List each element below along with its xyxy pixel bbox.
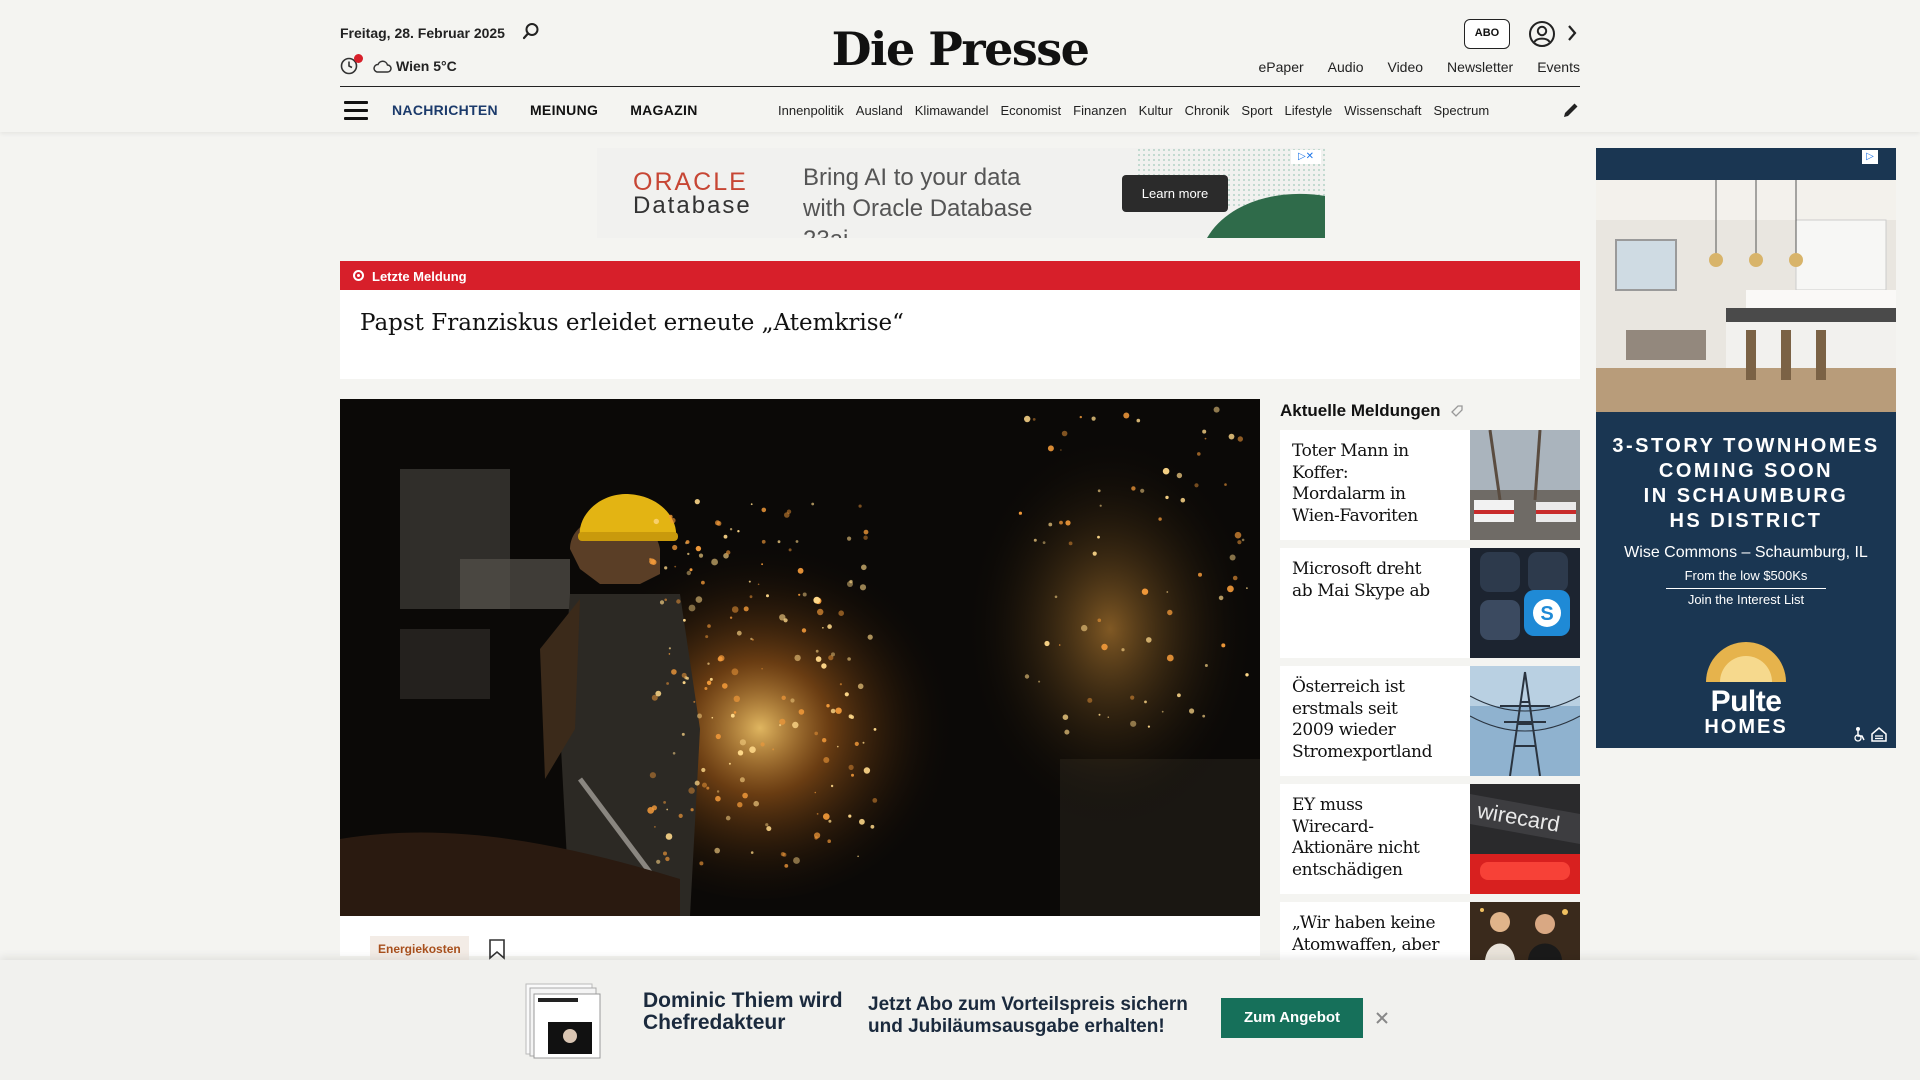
ad-side-divider: [1666, 588, 1826, 589]
pulte-logo-text: Pulte: [1710, 685, 1782, 718]
link-newsletter[interactable]: Newsletter: [1447, 59, 1513, 75]
main-nav: NACHRICHTEN MEINUNG MAGAZIN: [392, 102, 698, 118]
topic-tag[interactable]: Energiekosten: [370, 936, 469, 962]
sub-nav: Innenpolitik Ausland Klimawandel Economi…: [778, 103, 1542, 118]
oracle-ad-text: Bring AI to your data with Oracle Databa…: [803, 164, 1033, 238]
header-inner: Freitag, 28. Februar 2025 Wien 5°C Die P…: [340, 0, 1580, 132]
pulte-ad[interactable]: ▷ 3-STORY TOWNHOMES COMING SOON IN SCHAU…: [1596, 148, 1896, 748]
news-headline: Microsoft dreht ab Mai Skype ab: [1292, 559, 1430, 601]
news-headline: Toter Mann in Koffer: Mordalarm in Wien-…: [1292, 441, 1418, 526]
news-headline: Österreich ist erstmals seit 2009 wieder…: [1292, 677, 1433, 762]
subnav-lifestyle[interactable]: Lifestyle: [1285, 103, 1333, 118]
top-links: ePaper Audio Video Newsletter Events: [1235, 59, 1580, 75]
subnav-sport[interactable]: Sport: [1241, 103, 1272, 118]
svg-text:S: S: [1540, 603, 1553, 625]
nav-meinung[interactable]: MEINUNG: [530, 102, 598, 118]
subnav-finanzen[interactable]: Finanzen: [1073, 103, 1126, 118]
subnav-spectrum[interactable]: Spectrum: [1434, 103, 1490, 118]
news-item[interactable]: „Wir haben keine Atomwaffen, aber: [1280, 902, 1580, 960]
link-video[interactable]: Video: [1387, 59, 1423, 75]
news-headline: „Wir haben keine Atomwaffen, aber: [1292, 913, 1440, 955]
news-item[interactable]: Toter Mann in Koffer: Mordalarm in Wien-…: [1280, 430, 1580, 540]
abo-button[interactable]: ABO: [1464, 19, 1510, 49]
subscription-banner: Dominic Thiem wird Chefredakteur Jetzt A…: [0, 960, 1920, 1080]
news-thumbnail: [1470, 666, 1580, 776]
subnav-fade: [1510, 100, 1544, 122]
news-headline: EY muss Wirecard-Aktionäre nicht entschä…: [1292, 795, 1420, 880]
menu-icon[interactable]: [344, 101, 368, 120]
oracle-ad-banner[interactable]: ORACLE Database Bring AI to your data wi…: [597, 148, 1325, 238]
news-thumbnail: S: [1470, 548, 1580, 658]
banner-offer-text: Jetzt Abo zum Vorteilspreis sichern und …: [868, 994, 1188, 1037]
pulte-logo-sub: HOMES: [1704, 716, 1788, 738]
subnav-chronik[interactable]: Chronik: [1185, 103, 1230, 118]
adchoices-side-icon[interactable]: ▷: [1862, 150, 1878, 164]
breaking-label: Letzte Meldung: [372, 269, 467, 284]
site-header: Freitag, 28. Februar 2025 Wien 5°C Die P…: [0, 0, 1920, 132]
close-icon[interactable]: [1374, 1010, 1390, 1026]
breaking-headline[interactable]: Papst Franziskus erleidet erneute „Atemk…: [360, 310, 904, 336]
breaking-news-bar: Letzte Meldung: [340, 261, 1580, 290]
pencil-icon[interactable]: [1562, 101, 1580, 119]
news-thumbnail: wirecard: [1470, 784, 1580, 894]
news-item[interactable]: EY muss Wirecard-Aktionäre nicht entschä…: [1280, 784, 1580, 894]
news-thumbnail: [1470, 902, 1580, 960]
oracle-brand-sub: Database: [633, 192, 752, 219]
live-dot-icon: [353, 270, 364, 281]
subnav-wissenschaft[interactable]: Wissenschaft: [1344, 103, 1421, 118]
newspaper-stack-image: [525, 983, 601, 1059]
news-thumbnail: [1470, 430, 1580, 540]
adchoices-icon[interactable]: ▷✕: [1291, 150, 1321, 164]
header-divider: [340, 86, 1580, 87]
ad-side-location: Wise Commons – Schaumburg, IL: [1624, 544, 1868, 561]
news-item[interactable]: Österreich ist erstmals seit 2009 wieder…: [1280, 666, 1580, 776]
ad-side-headline: 3-STORY TOWNHOMES COMING SOON IN SCHAUMB…: [1612, 435, 1880, 532]
accessibility-housing-icons: [1854, 727, 1887, 742]
subnav-ausland[interactable]: Ausland: [856, 103, 903, 118]
learn-more-button[interactable]: Learn more: [1122, 175, 1228, 212]
nav-magazin[interactable]: MAGAZIN: [630, 102, 697, 118]
link-events[interactable]: Events: [1537, 59, 1580, 75]
hero-image[interactable]: [340, 399, 1260, 916]
aktuelle-meldungen-heading: Aktuelle Meldungen: [1280, 401, 1441, 420]
nav-nachrichten[interactable]: NACHRICHTEN: [392, 102, 498, 118]
user-account-icon[interactable]: [1528, 20, 1556, 48]
subnav-economist[interactable]: Economist: [1000, 103, 1061, 118]
link-epaper[interactable]: ePaper: [1259, 59, 1304, 75]
subnav-innenpolitik[interactable]: Innenpolitik: [778, 103, 844, 118]
zum-angebot-button[interactable]: Zum Angebot: [1221, 998, 1363, 1038]
kitchen-photo: [1596, 180, 1896, 412]
banner-headline: Dominic Thiem wird Chefredakteur: [643, 989, 843, 1034]
hero-article-card: Energiekosten: [340, 916, 1260, 962]
news-item[interactable]: Microsoft dreht ab Mai Skype ab S: [1280, 548, 1580, 658]
subnav-klimawandel[interactable]: Klimawandel: [915, 103, 989, 118]
steelworker-photo: [340, 399, 1260, 916]
ad-side-price: From the low $500Ks: [1684, 568, 1808, 583]
link-audio[interactable]: Audio: [1328, 59, 1364, 75]
tag-icon: [1451, 405, 1463, 417]
breaking-news-box[interactable]: Letzte Meldung Papst Franziskus erleidet…: [340, 261, 1580, 379]
join-interest-list-link[interactable]: Join the Interest List: [1596, 592, 1896, 607]
chevron-right-icon[interactable]: [1566, 23, 1578, 43]
subnav-kultur[interactable]: Kultur: [1139, 103, 1173, 118]
bookmark-icon[interactable]: [488, 938, 506, 960]
